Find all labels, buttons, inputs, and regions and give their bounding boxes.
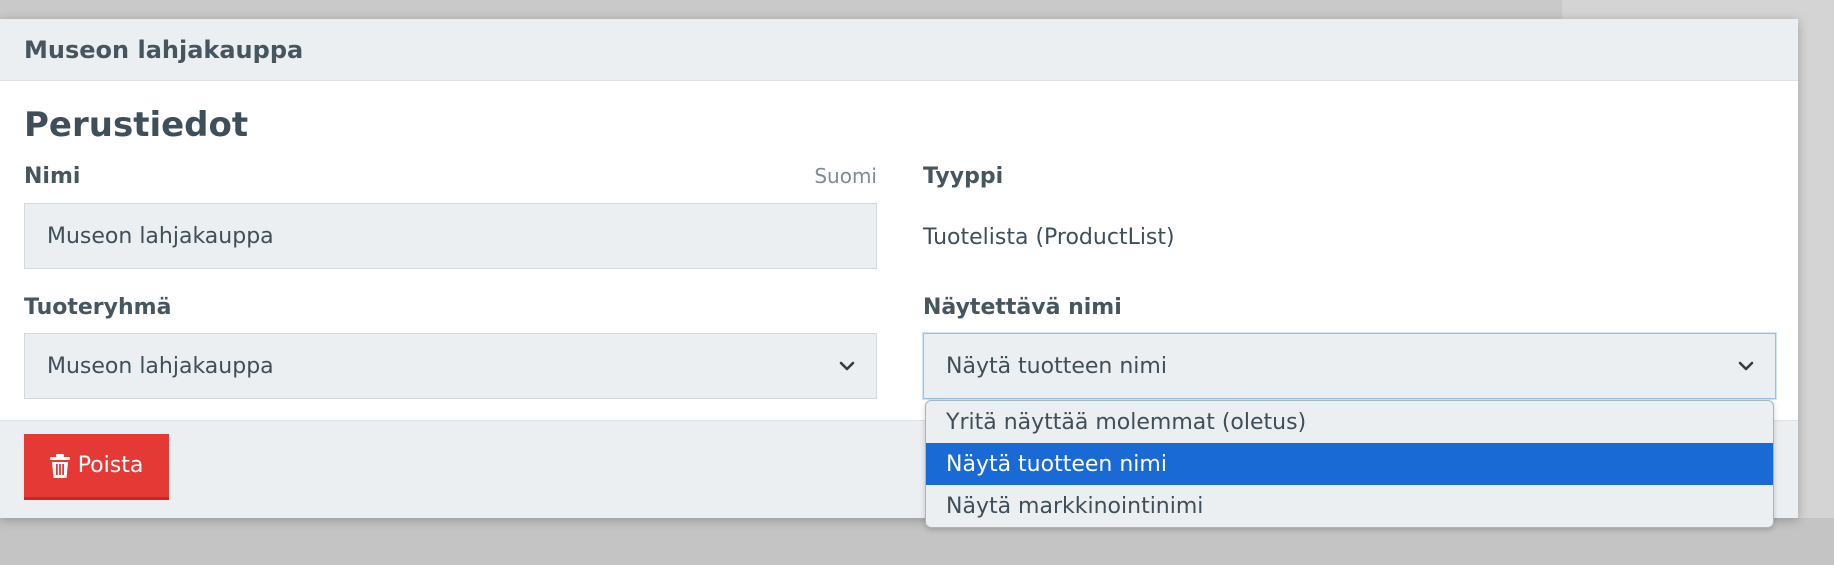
modal-title: Museon lahjakauppa <box>24 35 304 64</box>
trash-icon <box>49 453 70 478</box>
section-title: Perustiedot <box>24 105 249 145</box>
product-group-label: Tuoteryhmä <box>24 295 172 320</box>
dropdown-option[interactable]: Näytä markkinointinimi <box>926 485 1773 527</box>
dropdown-option-selected[interactable]: Näytä tuotteen nimi <box>926 443 1773 485</box>
display-name-selected: Näytä tuotteen nimi <box>946 353 1167 379</box>
type-value: Tuotelista (ProductList) <box>923 225 1175 250</box>
type-label: Tyyppi <box>923 164 1004 189</box>
delete-button[interactable]: Poista <box>24 434 169 500</box>
product-group-select[interactable]: Museon lahjakauppa <box>24 333 877 399</box>
delete-button-label: Poista <box>77 453 144 478</box>
chevron-down-icon <box>1738 361 1754 371</box>
dropdown-option[interactable]: Yritä näyttää molemmat (oletus) <box>926 401 1773 443</box>
language-tag: Suomi <box>814 164 877 188</box>
display-name-select[interactable]: Näytä tuotteen nimi <box>923 333 1776 399</box>
name-input-value: Museon lahjakauppa <box>47 223 274 249</box>
product-group-selected: Museon lahjakauppa <box>47 353 274 379</box>
chevron-down-icon <box>839 361 855 371</box>
display-name-label: Näytettävä nimi <box>923 295 1122 320</box>
display-name-dropdown: Yritä näyttää molemmat (oletus) Näytä tu… <box>925 400 1774 528</box>
modal-header: Museon lahjakauppa <box>0 19 1798 81</box>
name-label: Nimi <box>24 164 81 189</box>
name-input[interactable]: Museon lahjakauppa <box>24 203 877 269</box>
